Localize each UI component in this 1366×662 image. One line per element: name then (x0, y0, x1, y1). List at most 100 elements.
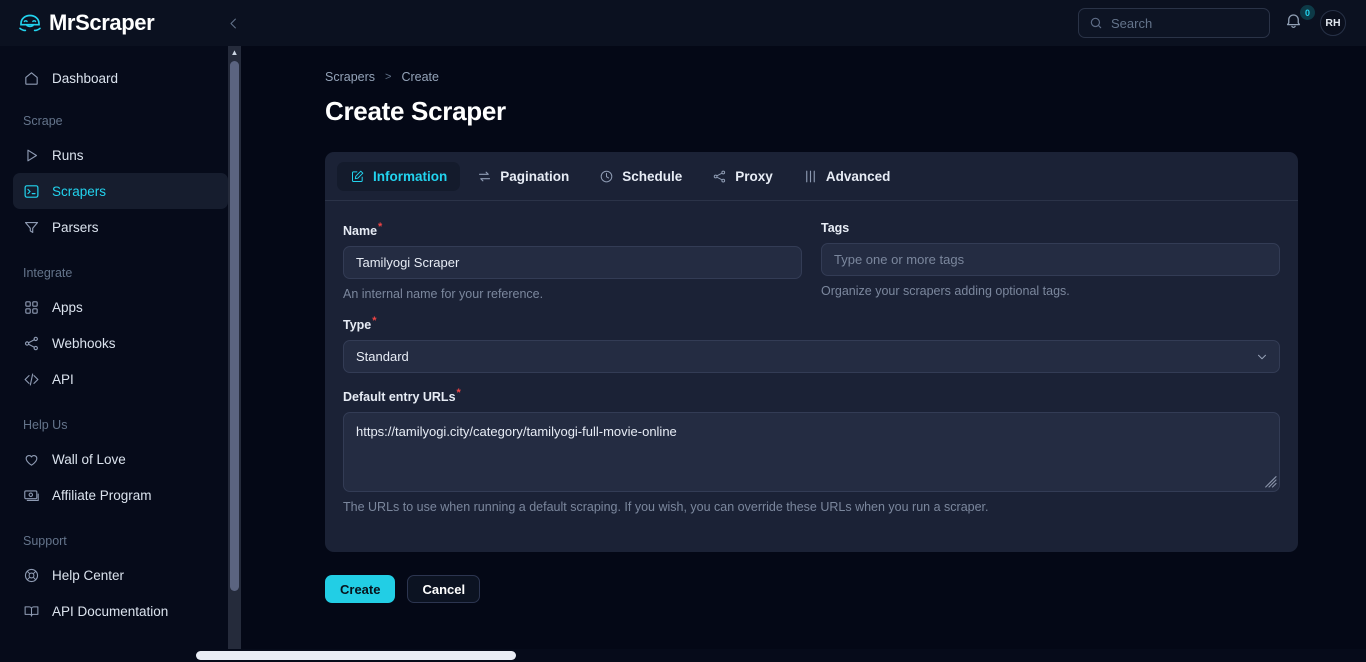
tab-label: Schedule (622, 169, 683, 184)
form-row-name-tags: Name* An internal name for your referenc… (343, 221, 1280, 315)
type-label: Type* (343, 315, 1280, 332)
sidebar-item-api[interactable]: API (13, 361, 228, 397)
tags-hint: Organize your scrapers adding optional t… (821, 284, 1070, 298)
tab-bar: Information Pagination Schedule Proxy Ad… (325, 152, 1298, 201)
name-label: Name* (343, 221, 802, 238)
scrollbar-thumb[interactable] (230, 61, 239, 591)
play-icon (27, 149, 38, 161)
sidebar-item-label: Parsers (52, 219, 99, 235)
required-marker: * (456, 387, 461, 400)
arrows-swap-icon (479, 171, 491, 182)
chevron-left-icon (229, 18, 236, 28)
entry-urls-label: Default entry URLs* (343, 387, 1280, 404)
create-scraper-card: Information Pagination Schedule Proxy Ad… (325, 152, 1298, 553)
sidebar-item-label: API Documentation (52, 603, 169, 619)
search-box[interactable] (1078, 8, 1270, 38)
home-icon (25, 71, 38, 85)
type-select[interactable] (343, 340, 1280, 374)
field-entry-urls: Default entry URLs* The URLs to use when… (343, 387, 1280, 514)
search-icon (1090, 17, 1102, 29)
page-title: Create Scraper (325, 96, 506, 126)
information-form: Name* An internal name for your referenc… (325, 201, 1298, 552)
clock-icon (600, 170, 613, 183)
terminal-icon (24, 184, 39, 198)
tab-label: Pagination (500, 169, 570, 184)
sidebar-item-wall-of-love[interactable]: Wall of Love (13, 441, 228, 477)
tags-label: Tags (821, 221, 1280, 235)
field-tags: Tags Organize your scrapers adding optio… (821, 221, 1280, 301)
cancel-button[interactable]: Cancel (407, 575, 481, 604)
sidebar-item-help-center[interactable]: Help Center (13, 557, 228, 593)
grid-icon (25, 300, 38, 314)
form-actions: Create Cancel (325, 575, 1296, 604)
sidebar-item-scrapers[interactable]: Scrapers (13, 173, 228, 209)
sliders-icon (806, 170, 815, 183)
lifebuoy-icon (24, 568, 39, 582)
sidebar-item-label: Apps (52, 299, 83, 315)
type-label-text: Type (343, 318, 372, 333)
tab-proxy[interactable]: Proxy (699, 162, 786, 191)
type-select-wrapper[interactable] (343, 340, 1280, 374)
tab-label: Information (373, 169, 448, 184)
sidebar-item-label: Help Center (52, 567, 125, 583)
horizontal-scrollbar-thumb[interactable] (196, 651, 516, 660)
tab-advanced[interactable]: Advanced (790, 162, 904, 191)
sidebar: Dashboard Scrape Runs Scrapers Parsers I… (0, 46, 241, 662)
create-button[interactable]: Create (325, 575, 396, 604)
sidebar-scrollbar[interactable]: ▲ ▼ (228, 46, 241, 662)
sidebar-item-label: Scrapers (52, 183, 107, 199)
required-marker: * (378, 221, 383, 233)
sidebar-item-runs[interactable]: Runs (13, 137, 228, 173)
tab-pagination[interactable]: Pagination (464, 162, 582, 191)
breadcrumb-create[interactable]: Create (401, 70, 439, 84)
brand[interactable]: MrScraper (0, 10, 212, 36)
money-icon (24, 489, 39, 501)
entry-urls-textarea[interactable] (343, 412, 1280, 493)
top-bar: MrScraper 0 RH (0, 0, 1366, 46)
breadcrumb-separator: > (385, 71, 392, 83)
tags-input[interactable] (821, 243, 1280, 276)
sidebar-item-dashboard[interactable]: Dashboard (13, 60, 228, 96)
breadcrumb-scrapers[interactable]: Scrapers (325, 70, 375, 84)
body: Dashboard Scrape Runs Scrapers Parsers I… (0, 46, 1366, 662)
notification-count-badge: 0 (1300, 5, 1315, 20)
brand-name: MrScraper (49, 10, 155, 35)
sidebar-collapse-button[interactable] (220, 10, 246, 36)
entry-urls-hint: The URLs to use when running a default s… (343, 500, 989, 515)
sidebar-item-apps[interactable]: Apps (13, 289, 228, 325)
tab-information[interactable]: Information (337, 162, 461, 191)
sidebar-item-label: Affiliate Program (52, 487, 152, 503)
share-icon (24, 336, 38, 350)
sidebar-item-label: Dashboard (52, 70, 119, 86)
scroll-up-arrow-icon[interactable]: ▲ (228, 46, 241, 59)
tab-label: Advanced (825, 169, 891, 184)
field-type: Type* (343, 315, 1280, 374)
top-bar-right: 0 RH (1078, 5, 1366, 38)
heart-icon (25, 454, 38, 466)
horizontal-scrollbar[interactable] (0, 649, 1366, 662)
sidebar-group-scrape: Scrape (23, 114, 63, 128)
sidebar-item-label: Runs (52, 147, 84, 163)
filter-icon (24, 221, 39, 233)
name-input[interactable] (343, 246, 802, 280)
sidebar-item-parsers[interactable]: Parsers (13, 209, 228, 245)
resize-handle-icon[interactable] (1265, 476, 1277, 489)
required-marker: * (372, 315, 377, 328)
sidebar-item-label: Webhooks (52, 335, 116, 351)
app-root: MrScraper 0 RH (0, 0, 1366, 662)
search-input[interactable] (1111, 15, 1259, 31)
sidebar-item-webhooks[interactable]: Webhooks (13, 325, 228, 361)
sidebar-group-integrate: Integrate (23, 266, 73, 280)
edit-square-icon (352, 170, 364, 182)
share-nodes-icon (714, 170, 726, 183)
notifications-button[interactable]: 0 (1284, 5, 1315, 35)
main-content: Scrapers > Create Create Scraper Informa… (241, 46, 1366, 662)
sidebar-item-affiliate-program[interactable]: Affiliate Program (13, 477, 228, 513)
mrscraper-face-logo-icon (19, 14, 41, 32)
avatar[interactable]: RH (1320, 10, 1346, 36)
book-icon (24, 605, 39, 617)
sidebar-item-api-documentation[interactable]: API Documentation (13, 593, 228, 629)
name-hint: An internal name for your reference. (343, 287, 544, 302)
tab-schedule[interactable]: Schedule (586, 162, 695, 191)
field-name: Name* An internal name for your referenc… (343, 221, 802, 301)
